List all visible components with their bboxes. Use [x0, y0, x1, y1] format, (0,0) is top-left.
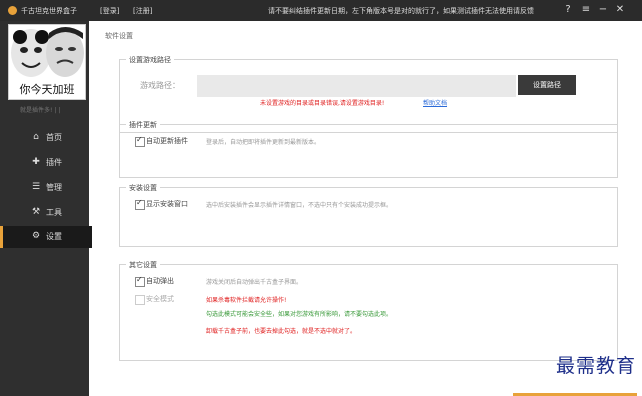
sidebar: 你今天加班 就是插件多! | | ⌂ 首页 ✚ 插件 ☰ 管理 ⚒ 工具 ⚙ 设…	[0, 21, 92, 396]
other-settings-group: 其它设置 自动弹出 游戏关闭后自动弹出千古盒子界面。 安全模式 如果杀毒软件拦截…	[119, 260, 618, 361]
safe-mode-note-2: 勾选此模式可能会安全些，如果对您游戏有所影响，请不要勾选此项。	[206, 311, 393, 318]
sidebar-item-plugins[interactable]: ✚ 插件	[0, 152, 89, 174]
sidebar-item-settings[interactable]: ⚙ 设置	[0, 226, 92, 248]
sidebar-item-label: 插件	[46, 158, 62, 167]
group-title: 插件更新	[126, 120, 160, 130]
auto-update-checkbox[interactable]	[135, 135, 145, 147]
avatar[interactable]: 你今天加班	[8, 24, 86, 100]
auto-update-desc: 登录后，自动把即将插件更新到最新版本。	[206, 139, 321, 146]
avatar-caption: 你今天加班	[19, 83, 75, 96]
settings-panel: 软件设置 设置游戏路径 游戏路径： 设置路径 未设置游戏的目录或目录错误,请设置…	[89, 21, 642, 396]
gear-icon: ⚙	[31, 231, 41, 241]
watermark: 最需教育	[555, 355, 636, 377]
group-title: 设置游戏路径	[126, 55, 174, 65]
show-install-window-checkbox[interactable]	[135, 198, 145, 210]
safe-mode-note-1: 如果杀毒软件拦截请允许操作!	[206, 297, 287, 304]
game-path-input[interactable]	[197, 75, 516, 97]
set-path-button[interactable]: 设置路径	[518, 75, 576, 95]
sidebar-item-label: 管理	[46, 183, 62, 192]
help-icon[interactable]: ?	[562, 4, 574, 16]
menu-icon[interactable]: ≡	[580, 4, 592, 16]
auto-popup-checkbox[interactable]	[135, 275, 145, 287]
title-bar: 千古坦克世界盒子 [登录] [注册] 请不要纠结插件更新日期，左下角版本号是对的…	[0, 0, 642, 21]
auto-popup-desc: 游戏关闭后自动弹出千古盒子界面。	[206, 279, 303, 286]
avatar-image	[11, 27, 84, 77]
page-title: 软件设置	[105, 32, 133, 40]
status-text: 就是插件多! | |	[20, 107, 61, 114]
sidebar-item-home[interactable]: ⌂ 首页	[0, 127, 89, 149]
sidebar-item-manage[interactable]: ☰ 管理	[0, 177, 89, 199]
game-path-group: 设置游戏路径 游戏路径： 设置路径 未设置游戏的目录或目录错误,请设置游戏目录!…	[119, 55, 618, 133]
safe-mode-checkbox[interactable]	[135, 295, 145, 305]
install-settings-group: 安装设置 显示安装窗口 选中后安装插件会显示插件详情窗口，不选中只有个安装成功提…	[119, 183, 618, 247]
sidebar-item-label: 设置	[46, 232, 62, 241]
app-title: 千古坦克世界盒子	[21, 7, 77, 15]
game-path-label: 游戏路径：	[140, 81, 180, 90]
sidebar-item-label: 工具	[46, 208, 62, 217]
group-title: 其它设置	[126, 260, 160, 270]
safe-mode-note-3: 卸载千古盒子前，也要去掉此勾选，就是不选中就对了。	[206, 328, 357, 335]
home-icon: ⌂	[33, 132, 39, 142]
app-logo-icon	[8, 6, 17, 15]
path-warning: 未设置游戏的目录或目录错误,请设置游戏目录!	[260, 100, 385, 107]
notice-text: 请不要纠结插件更新日期，左下角版本号是对的就行了，如果测试插件无法使用请反馈	[268, 7, 534, 15]
help-doc-link[interactable]: 帮助文档	[423, 98, 447, 107]
safe-mode-label[interactable]: 安全模式	[146, 294, 174, 304]
close-icon[interactable]: ✕	[614, 4, 626, 16]
wrench-icon: ⚒	[31, 207, 41, 217]
manage-icon: ☰	[31, 182, 41, 192]
sidebar-item-label: 首页	[46, 133, 62, 142]
show-install-window-desc: 选中后安装插件会显示插件详情窗口，不选中只有个安装成功提示框。	[206, 202, 393, 209]
auto-popup-label[interactable]: 自动弹出	[146, 276, 174, 286]
puzzle-icon: ✚	[32, 157, 40, 167]
minimize-icon[interactable]: −	[597, 4, 609, 16]
show-install-window-label[interactable]: 显示安装窗口	[146, 199, 188, 209]
login-link[interactable]: [登录]	[100, 6, 119, 16]
register-link[interactable]: [注册]	[133, 6, 152, 16]
sidebar-item-tools[interactable]: ⚒ 工具	[0, 202, 89, 224]
plugin-update-group: 插件更新 自动更新插件 登录后，自动把即将插件更新到最新版本。	[119, 120, 618, 178]
group-title: 安装设置	[126, 183, 160, 193]
auto-update-label[interactable]: 自动更新插件	[146, 136, 188, 146]
